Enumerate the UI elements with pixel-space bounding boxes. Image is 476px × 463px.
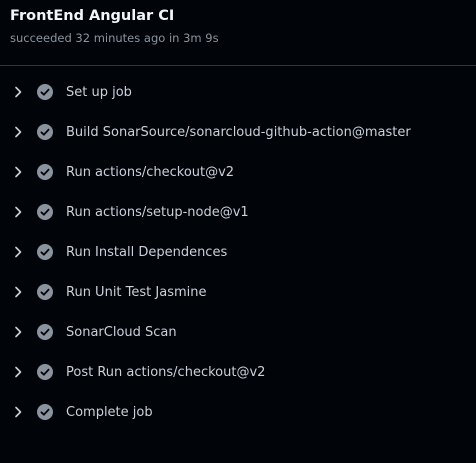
chevron-right-icon[interactable] (13, 165, 23, 179)
step-label: Run actions/checkout@v2 (66, 164, 235, 180)
check-circle-icon (37, 244, 53, 260)
step-label: Run Install Dependences (66, 244, 228, 260)
check-circle-icon (37, 364, 53, 380)
chevron-right-icon[interactable] (13, 365, 23, 379)
check-circle-icon (37, 404, 53, 420)
step-label: Post Run actions/checkout@v2 (66, 364, 266, 380)
chevron-right-icon[interactable] (13, 405, 23, 419)
step-label: SonarCloud Scan (66, 324, 177, 340)
step-label: Set up job (66, 84, 132, 100)
job-step-3[interactable]: Run actions/checkout@v2 (0, 152, 476, 192)
job-step-7[interactable]: SonarCloud Scan (0, 312, 476, 352)
chevron-right-icon[interactable] (13, 125, 23, 139)
step-label: Build SonarSource/sonarcloud-github-acti… (66, 124, 411, 140)
check-circle-icon (37, 284, 53, 300)
step-label: Run Unit Test Jasmine (66, 284, 207, 300)
chevron-right-icon[interactable] (13, 205, 23, 219)
job-step-1[interactable]: Set up job (0, 72, 476, 112)
job-step-5[interactable]: Run Install Dependences (0, 232, 476, 272)
workflow-header: FrontEnd Angular CI succeeded 32 minutes… (0, 0, 476, 66)
step-label: Complete job (66, 404, 153, 420)
check-circle-icon (37, 124, 53, 140)
job-step-6[interactable]: Run Unit Test Jasmine (0, 272, 476, 312)
check-circle-icon (37, 324, 53, 340)
chevron-right-icon[interactable] (13, 285, 23, 299)
step-label: Run actions/setup-node@v1 (66, 204, 249, 220)
check-circle-icon (37, 164, 53, 180)
check-circle-icon (37, 84, 53, 100)
workflow-title: FrontEnd Angular CI (10, 8, 175, 24)
chevron-right-icon[interactable] (13, 245, 23, 259)
job-step-8[interactable]: Post Run actions/checkout@v2 (0, 352, 476, 392)
job-step-9[interactable]: Complete job (0, 392, 476, 432)
chevron-right-icon[interactable] (13, 325, 23, 339)
chevron-right-icon[interactable] (13, 85, 23, 99)
job-steps-list: Set up job Build SonarSource/sonarcloud-… (0, 66, 476, 432)
workflow-status: succeeded 32 minutes ago in 3m 9s (10, 31, 219, 45)
check-circle-icon (37, 204, 53, 220)
job-step-2[interactable]: Build SonarSource/sonarcloud-github-acti… (0, 112, 476, 152)
job-step-4[interactable]: Run actions/setup-node@v1 (0, 192, 476, 232)
